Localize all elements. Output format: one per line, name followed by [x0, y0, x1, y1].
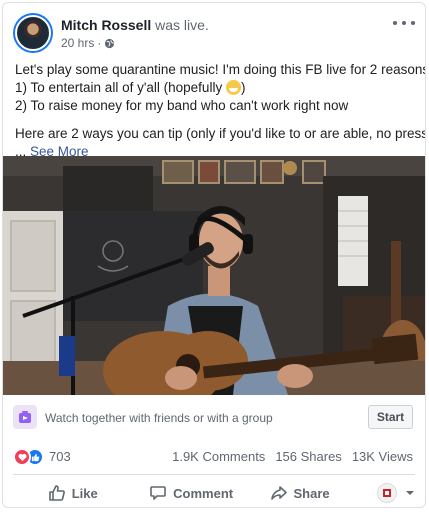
more-dots-icon[interactable] [393, 15, 415, 31]
like-label: Like [71, 485, 98, 501]
post-as-selector[interactable] [349, 477, 415, 507]
post-time[interactable]: 20 hrs [61, 35, 94, 51]
video-frame [3, 156, 425, 395]
avatar[interactable] [13, 13, 53, 53]
comment-icon [150, 486, 166, 500]
post-action: was live. [155, 17, 209, 33]
start-watch-party-button[interactable]: Start [368, 405, 413, 429]
author-line: Mitch Rossell was live. [61, 16, 209, 34]
share-label: Share [293, 485, 330, 501]
post-header: Mitch Rossell was live. 20 hrs · [13, 13, 415, 55]
post-text: Let's play some quarantine music! I'm do… [15, 61, 426, 161]
page-avatar [377, 483, 397, 503]
post-stats: 703 1.9K Comments 156 Shares 13K Views [13, 445, 413, 467]
comment-label: Comment [173, 485, 234, 501]
actions-divider [13, 474, 415, 475]
comments-count[interactable]: 1.9K Comments [172, 449, 265, 464]
watch-party-bar: Watch together with friends or with a gr… [13, 403, 415, 433]
post-line-4: Here are 2 ways you can tip (only if you… [15, 126, 426, 141]
share-arrow-icon [270, 486, 287, 500]
watch-party-text: Watch together with friends or with a gr… [45, 411, 273, 425]
meta-separator: · [97, 36, 102, 50]
reactions-count[interactable]: 703 [49, 449, 71, 464]
comment-button[interactable]: Comment [132, 477, 249, 507]
globe-icon[interactable] [104, 38, 115, 49]
post-line-2-text: 1) To entertain all of y'all (hopefully [15, 80, 226, 95]
post-line-3: 2) To raise money for my band who can't … [15, 98, 349, 113]
post-card: Mitch Rossell was live. 20 hrs · Let's p… [2, 2, 426, 508]
grin-emoji-icon [225, 80, 241, 95]
love-reaction-icon [13, 448, 31, 466]
chevron-down-icon [406, 491, 414, 495]
post-line-2-close: ) [240, 80, 246, 95]
post-line-1: Let's play some quarantine music! I'm do… [15, 62, 426, 77]
author-name[interactable]: Mitch Rossell [61, 17, 151, 33]
watch-party-icon [13, 405, 37, 429]
share-button[interactable]: Share [250, 477, 350, 507]
engagement-counts: 1.9K Comments 156 Shares 13K Views [172, 449, 413, 464]
views-count: 13K Views [351, 449, 413, 464]
post-meta: 20 hrs · [61, 35, 115, 51]
post-actions: Like Comment Share [13, 477, 415, 507]
reactions[interactable] [13, 448, 49, 466]
thumbs-up-icon [48, 485, 65, 501]
shares-count[interactable]: 156 Shares [275, 449, 342, 464]
like-button[interactable]: Like [13, 477, 132, 507]
live-video[interactable] [3, 156, 425, 395]
post-line-2: 1) To entertain all of y'all (hopefully … [15, 79, 417, 97]
